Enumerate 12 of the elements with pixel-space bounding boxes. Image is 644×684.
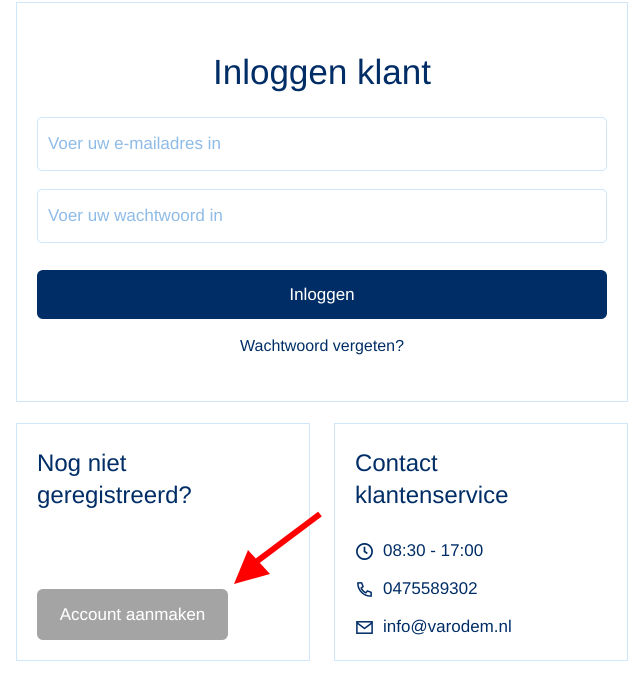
contact-text: 08:30 - 17:00 [383,541,484,561]
contact-text: info@varodem.nl [383,617,512,637]
forgot-password-link[interactable]: Wachtwoord vergeten? [240,338,404,356]
login-title: Inloggen klant [212,52,432,94]
contact-text: 0475589302 [383,579,478,599]
email-field[interactable]: Voer uw e-mailadres in [37,117,607,171]
password-field[interactable]: Voer uw wachtwoord in [37,189,607,243]
login-button[interactable]: Inloggen [37,270,607,319]
phone-icon [355,580,374,598]
register-title: Nog niet geregistreerd? [37,449,193,511]
clock-icon [355,542,374,560]
contact-title: Contact klantenservice [355,449,510,511]
